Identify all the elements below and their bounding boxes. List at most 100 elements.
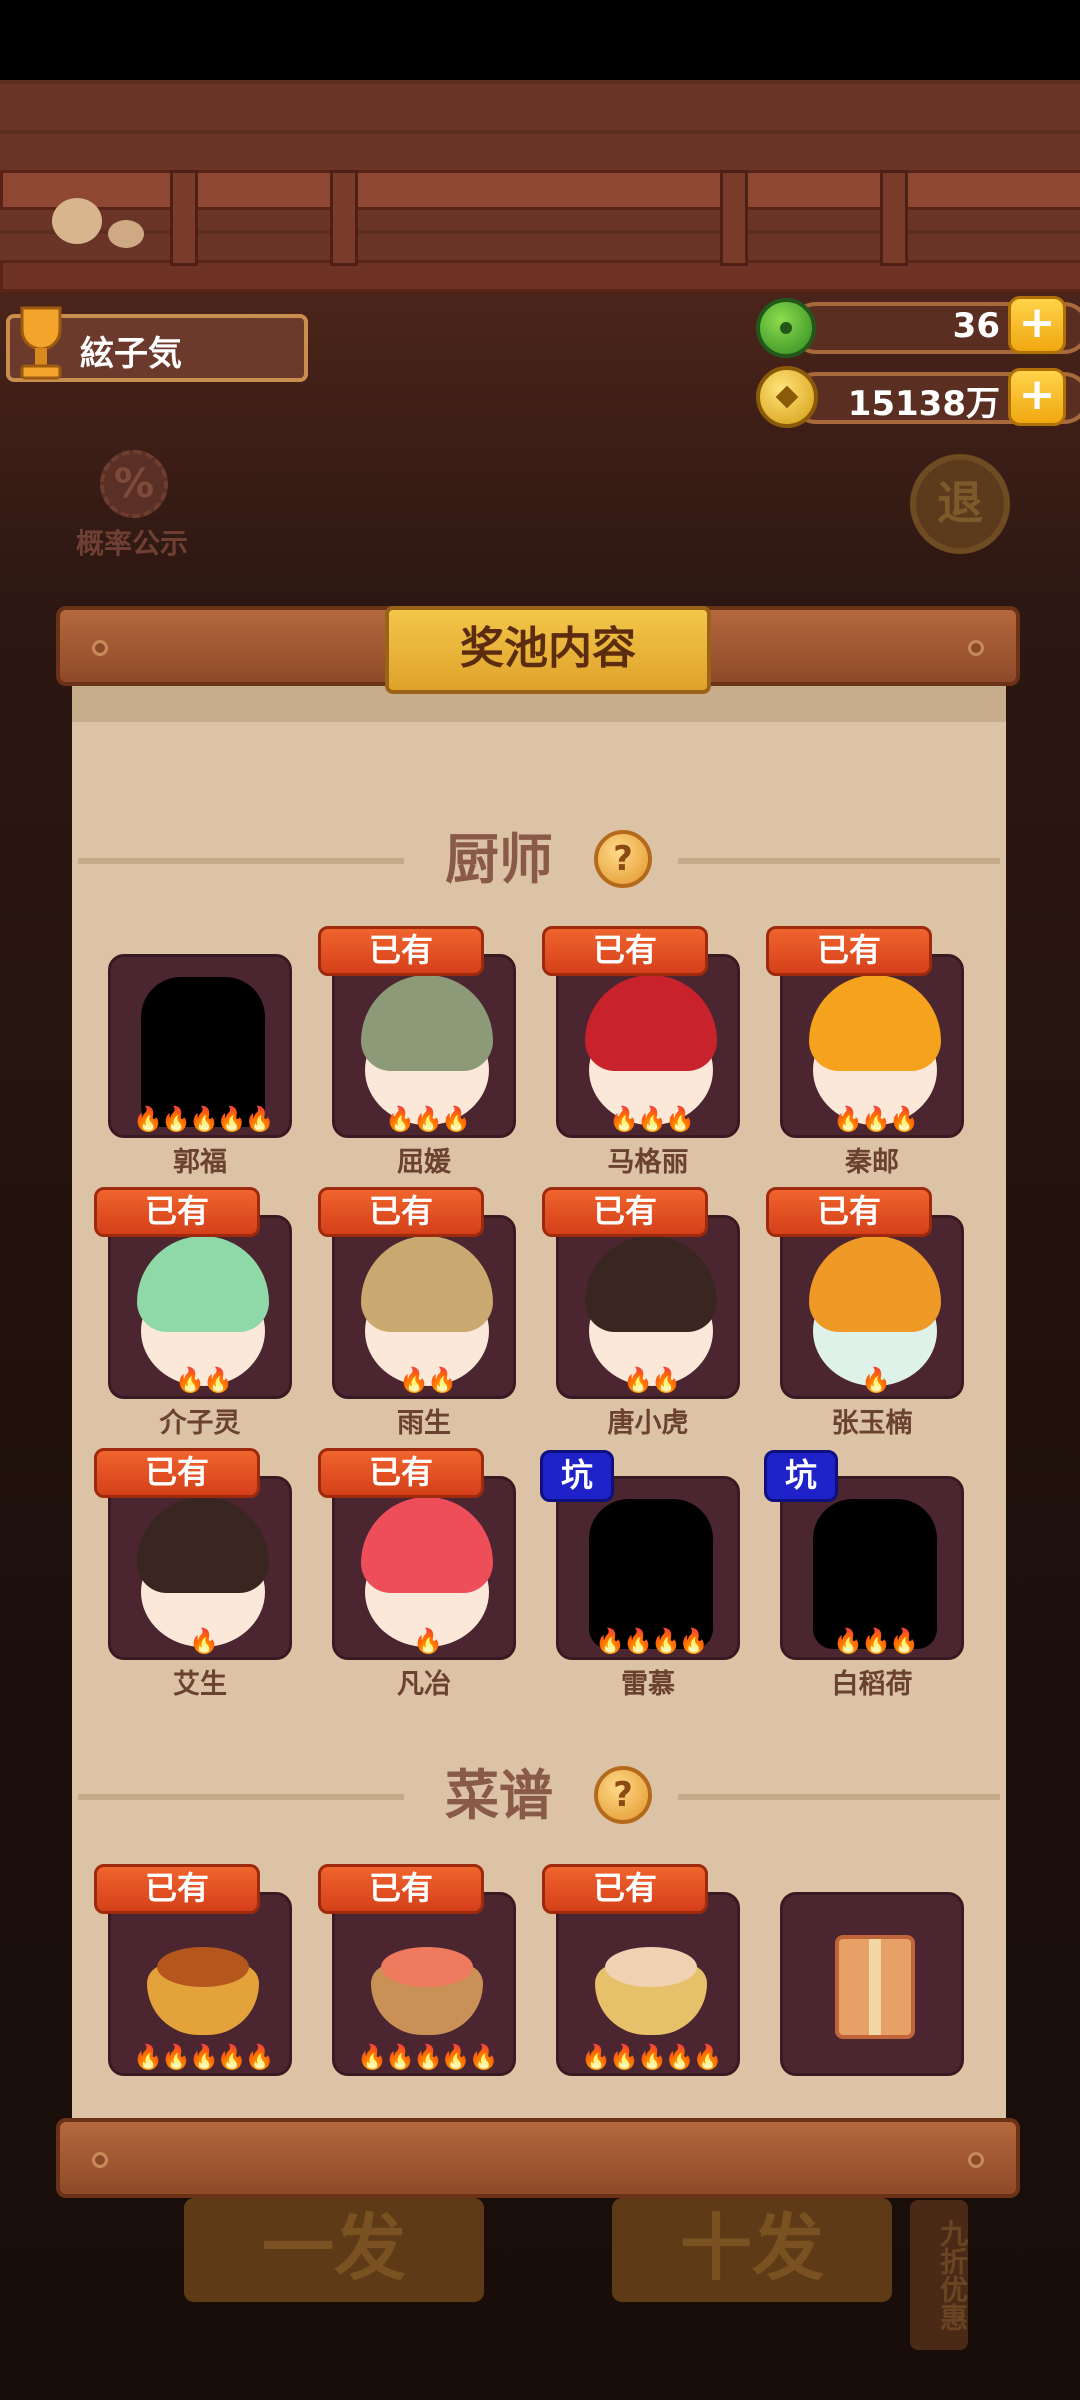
rarity-flames: 🔥🔥🔥🔥🔥 (581, 2043, 722, 2071)
pit-badge: 坑 (764, 1450, 838, 1502)
chef-name: 介子灵 (159, 1408, 241, 1439)
chef-card[interactable]: 🔥 已有凡冶 (318, 1448, 516, 1700)
add-jade-button[interactable]: + (1008, 296, 1066, 354)
chef-hair (809, 975, 941, 1071)
recipe-image-frame: 🔥🔥🔥🔥🔥 (108, 1892, 292, 2076)
chef-card[interactable]: 🔥🔥🔥🔥 坑雷慕 (540, 1450, 740, 1700)
chef-card[interactable]: 🔥🔥 已有唐小虎 (542, 1187, 740, 1439)
chef-portrait-frame: 🔥🔥🔥🔥🔥 (108, 954, 292, 1138)
rarity-flames: 🔥🔥🔥🔥🔥 (357, 2043, 498, 2071)
chef-hair (585, 1236, 717, 1332)
chef-card[interactable]: 🔥🔥🔥 已有 屈媛 (318, 926, 516, 1178)
rarity-flames: 🔥🔥🔥 (833, 1627, 919, 1655)
chef-card[interactable]: 🔥🔥 已有 介子灵 (94, 1187, 292, 1439)
chef-card[interactable]: 🔥🔥🔥🔥🔥 郭福 (108, 954, 292, 1178)
chef-help-icon[interactable]: ? (594, 830, 652, 888)
chef-name: 秦邮 (845, 1147, 899, 1178)
chef-card[interactable]: 🔥🔥🔥 已有马格丽 (542, 926, 740, 1178)
recipe-card[interactable] (780, 1892, 964, 2112)
dish-food (157, 1947, 249, 1987)
panel-title: 奖池内容 (385, 606, 711, 694)
owned-badge: 已有 (542, 1864, 708, 1914)
chef-hair (361, 975, 493, 1071)
chef-portrait-frame: 🔥🔥 (332, 1215, 516, 1399)
chef-portrait-frame: 🔥 (108, 1476, 292, 1660)
chef-name: 屈媛 (397, 1147, 451, 1178)
rarity-flames: 🔥 (189, 1627, 219, 1655)
ten-draw-button[interactable]: 十发 (612, 2198, 892, 2302)
rarity-flames: 🔥🔥 (399, 1366, 457, 1394)
coin-icon (756, 366, 818, 428)
rarity-flames: 🔥🔥 (175, 1366, 233, 1394)
chef-hair (361, 1497, 493, 1593)
roof-post (720, 170, 748, 266)
rod-knob (92, 640, 108, 656)
chef-portrait-frame: 🔥🔥🔥 (556, 954, 740, 1138)
chef-portrait-frame: 🔥 (780, 1215, 964, 1399)
chef-name: 白稻荷 (831, 1669, 913, 1700)
chef-portrait-frame: 🔥🔥🔥 (332, 954, 516, 1138)
roof-post (170, 170, 198, 266)
prize-pool-panel: 厨师 ? 🔥🔥🔥🔥🔥 郭福 🔥🔥🔥 已有 屈媛 🔥🔥🔥 已有 马格丽 🔥🔥🔥 已有 秦邮 🔥🔥 已有 介子… (72, 686, 1006, 2118)
recipe-card[interactable]: 🔥🔥🔥🔥🔥 已有 (94, 1864, 292, 2112)
chef-card[interactable]: 🔥🔥🔥 已有秦邮 (766, 926, 964, 1178)
chick-decoration (52, 198, 102, 244)
jade-icon (756, 298, 816, 358)
rarity-flames: 🔥 (413, 1627, 443, 1655)
gift-icon (835, 1935, 915, 2039)
chef-card[interactable]: 🔥 已有 艾生 (94, 1448, 292, 1700)
chef-card[interactable]: 🔥🔥 已有 雨生 (318, 1187, 516, 1439)
rarity-flames: 🔥🔥🔥🔥🔥 (133, 1105, 274, 1133)
recipe-card[interactable]: 🔥🔥🔥🔥🔥 已有 (318, 1864, 516, 2112)
status-bar (0, 0, 1080, 80)
scroll-rod-bottom (56, 2118, 1020, 2198)
percent-icon: % (100, 450, 168, 518)
chef-hair (809, 1236, 941, 1332)
rarity-flames: 🔥🔥🔥 (833, 1105, 919, 1133)
owned-badge: 已有 (94, 1448, 260, 1498)
gold-count: 15138万 (847, 384, 1000, 424)
chef-name: 凡冶 (397, 1669, 451, 1700)
owned-badge: 已有 (318, 1864, 484, 1914)
rod-knob (968, 2152, 984, 2168)
owned-badge: 已有 (766, 1187, 932, 1237)
pit-badge: 坑 (540, 1450, 614, 1502)
discount-badge: 九折优惠 (910, 2200, 969, 2350)
probability-label: 概率公示 (75, 527, 188, 560)
owned-badge: 已有 (766, 926, 932, 976)
recipe-card[interactable]: 🔥🔥🔥🔥🔥 已有 (542, 1864, 740, 2112)
chef-hair (137, 1236, 269, 1332)
chef-portrait-frame: 🔥🔥 (556, 1215, 740, 1399)
jade-count: 36 (952, 306, 1000, 346)
chef-name: 马格丽 (607, 1147, 689, 1178)
recipe-image-frame: 🔥🔥🔥🔥🔥 (556, 1892, 740, 2076)
single-draw-button[interactable]: 一发 (184, 2198, 484, 2302)
chef-name: 唐小虎 (607, 1408, 689, 1439)
owned-badge: 已有 (542, 1187, 708, 1237)
chef-hair (585, 975, 717, 1071)
chef-hair (361, 1236, 493, 1332)
owned-badge: 已有 (318, 1448, 484, 1498)
rarity-flames: 🔥 (861, 1366, 891, 1394)
rod-knob (968, 640, 984, 656)
chef-card[interactable]: 🔥🔥🔥 坑白稻荷 (764, 1450, 964, 1700)
roof-beam (0, 170, 1080, 210)
dish-food (605, 1947, 697, 1987)
owned-badge: 已有 (94, 1864, 260, 1914)
recipe-help-icon[interactable]: ? (594, 1766, 652, 1824)
exit-button[interactable]: 退 (910, 454, 1010, 554)
chef-portrait-frame: 🔥 (332, 1476, 516, 1660)
add-gold-button[interactable]: + (1008, 368, 1066, 426)
recipe-image-frame (780, 1892, 964, 2076)
owned-badge: 已有 (542, 926, 708, 976)
recipe-image-frame: 🔥🔥🔥🔥🔥 (332, 1892, 516, 2076)
chick-decoration (108, 220, 144, 248)
chef-card[interactable]: 🔥 已有 张玉楠 (766, 1187, 964, 1439)
chef-section-header: 厨师 ? (72, 820, 1006, 900)
rarity-flames: 🔥🔥🔥 (609, 1105, 695, 1133)
rod-knob (92, 2152, 108, 2168)
recipe-section-header: 菜谱 ? (72, 1756, 1006, 1836)
roof-post (330, 170, 358, 266)
probability-button[interactable]: % 概率公示 (66, 450, 198, 560)
rarity-flames: 🔥🔥 (623, 1366, 681, 1394)
